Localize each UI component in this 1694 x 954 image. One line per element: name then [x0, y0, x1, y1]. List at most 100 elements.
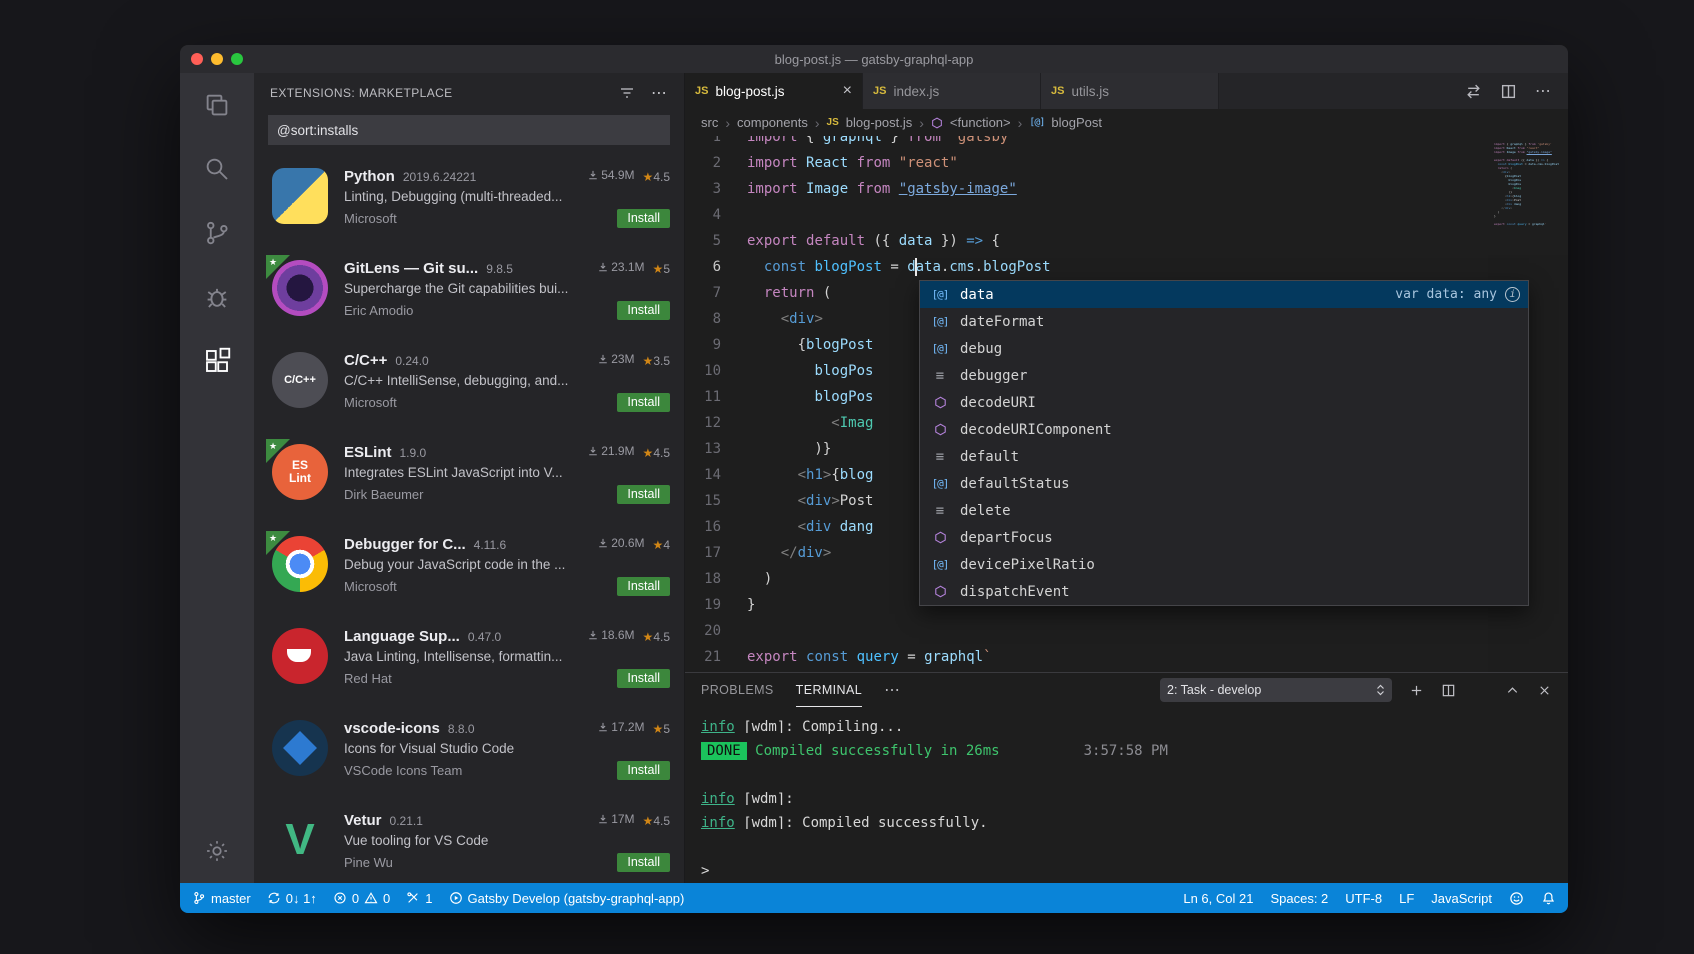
install-button[interactable]: Install: [617, 209, 670, 228]
extension-description: C/C++ IntelliSense, debugging, and...: [344, 373, 670, 388]
code-line[interactable]: 6 const blogPost = data.cms.blogPost: [685, 254, 1568, 280]
terminal-output[interactable]: info ⌈wdm⌉: Compiling...DONE Compiled su…: [685, 707, 1568, 883]
sync-status[interactable]: 0↓ 1↑: [267, 891, 317, 906]
panel-more-actions-icon[interactable]: ⋯: [884, 680, 901, 700]
breadcrumb-item[interactable]: blog-post.js: [846, 115, 912, 130]
editor-tab[interactable]: JS utils.js ×: [1041, 73, 1219, 109]
git-branch-status[interactable]: master: [192, 891, 251, 906]
code-line[interactable]: 4: [685, 202, 1568, 228]
split-editor-icon[interactable]: [1500, 83, 1517, 100]
activity-explorer[interactable]: [180, 73, 254, 137]
language-status[interactable]: JavaScript: [1431, 891, 1492, 906]
eol-status[interactable]: LF: [1399, 891, 1414, 906]
suggestion-kind-icon: [@]: [928, 477, 952, 490]
activity-settings[interactable]: [180, 819, 254, 883]
panel-tab[interactable]: TERMINAL: [796, 673, 862, 707]
suggestion-item[interactable]: decodeURIComponent: [920, 416, 1528, 443]
breadcrumb-item[interactable]: blogPost: [1051, 115, 1102, 130]
cursor-position-status[interactable]: Ln 6, Col 21: [1183, 891, 1253, 906]
maximize-panel-icon[interactable]: [1505, 683, 1520, 698]
problems-status[interactable]: 0 0: [333, 891, 390, 906]
close-panel-icon[interactable]: [1537, 683, 1552, 698]
suggestion-item[interactable]: ≡ default: [920, 443, 1528, 470]
js-file-icon: JS: [1051, 85, 1064, 97]
extension-item[interactable]: Python 2019.6.24221 54.9M ★4.5 Linting, …: [254, 157, 684, 249]
breadcrumb-item[interactable]: src: [701, 115, 718, 130]
suggestion-item[interactable]: [@] devicePixelRatio: [920, 551, 1528, 578]
traffic-lights: [191, 53, 243, 65]
indentation-status[interactable]: Spaces: 2: [1270, 891, 1328, 906]
filter-icon[interactable]: [619, 85, 635, 101]
install-button[interactable]: Install: [617, 669, 670, 688]
activity-source-control[interactable]: [180, 201, 254, 265]
line-content: import React from "react": [747, 150, 1568, 176]
tasks-status[interactable]: 1: [406, 891, 432, 906]
line-number: 19: [685, 592, 747, 618]
editor-tab[interactable]: JS blog-post.js ×: [685, 73, 863, 109]
activity-search[interactable]: [180, 137, 254, 201]
kill-terminal-icon[interactable]: [1473, 683, 1488, 698]
editor[interactable]: 1 import { graphql } from 'gatsby' 2 imp…: [685, 136, 1568, 672]
sidebar-more-actions-icon[interactable]: ⋯: [651, 83, 668, 103]
suggestion-item[interactable]: dispatchEvent: [920, 578, 1528, 605]
install-button[interactable]: Install: [617, 761, 670, 780]
extension-item[interactable]: Language Sup... 0.47.0 18.6M ★4.5 Java L…: [254, 617, 684, 709]
encoding-status[interactable]: UTF-8: [1345, 891, 1382, 906]
code-line[interactable]: 3 import Image from "gatsby-image": [685, 176, 1568, 202]
suggestion-item[interactable]: [@] defaultStatus: [920, 470, 1528, 497]
feedback-smiley-icon[interactable]: [1509, 891, 1524, 906]
extension-item[interactable]: C/C++ C/C++ 0.24.0 23M ★3.5 C/C++ Intell…: [254, 341, 684, 433]
activity-debug[interactable]: [180, 265, 254, 329]
activity-extensions[interactable]: [180, 329, 254, 393]
new-terminal-icon[interactable]: [1409, 683, 1424, 698]
extension-logo-image: [272, 168, 328, 224]
download-icon: [597, 353, 609, 365]
editor-more-actions-icon[interactable]: ⋯: [1535, 81, 1552, 101]
extension-item[interactable]: ★ GitLens — Git su... 9.8.5 23.1M ★5 Sup…: [254, 249, 684, 341]
line-content: export default ({ data }) => {: [747, 228, 1568, 254]
extension-item[interactable]: vscode-icons 8.8.0 17.2M ★5 Icons for Vi…: [254, 709, 684, 801]
run-task-status[interactable]: Gatsby Develop (gatsby-graphql-app): [449, 891, 685, 906]
suggestion-item[interactable]: [@] debug: [920, 335, 1528, 362]
close-window-button[interactable]: [191, 53, 203, 65]
panel-tab[interactable]: PROBLEMS: [701, 673, 774, 707]
suggestion-item[interactable]: departFocus: [920, 524, 1528, 551]
install-button[interactable]: Install: [617, 301, 670, 320]
line-content: [747, 202, 1568, 228]
suggestion-item[interactable]: [@] data var data: anyi: [920, 281, 1528, 308]
editor-tab[interactable]: JS index.js ×: [863, 73, 1041, 109]
code-line[interactable]: 2 import React from "react": [685, 150, 1568, 176]
suggestion-item[interactable]: ≡ delete: [920, 497, 1528, 524]
line-number: 2: [685, 150, 747, 176]
extensions-search-input[interactable]: [268, 115, 670, 145]
compare-icon[interactable]: [1465, 83, 1482, 100]
extension-item[interactable]: ES Lint ★ ESLint 1.9.0 21.9M ★4.5 Integr…: [254, 433, 684, 525]
install-button[interactable]: Install: [617, 393, 670, 412]
zoom-window-button[interactable]: [231, 53, 243, 65]
install-button[interactable]: Install: [617, 577, 670, 596]
extension-item[interactable]: ★ Debugger for C... 4.11.6 20.6M ★4 Debu…: [254, 525, 684, 617]
breadcrumb-item[interactable]: <function>: [950, 115, 1011, 130]
info-icon[interactable]: i: [1505, 287, 1520, 302]
title-bar[interactable]: blog-post.js — gatsby-graphql-app: [180, 45, 1568, 73]
code-line[interactable]: 21 export const query = graphql`: [685, 644, 1568, 670]
close-tab-icon[interactable]: ×: [843, 83, 852, 99]
notifications-bell-icon[interactable]: [1541, 891, 1556, 906]
code-line[interactable]: 5 export default ({ data }) => {: [685, 228, 1568, 254]
install-button[interactable]: Install: [617, 853, 670, 872]
terminal-line: info ⌈wdm⌉: Compiling...: [701, 715, 1568, 739]
suggestion-item[interactable]: [@] dateFormat: [920, 308, 1528, 335]
line-number: 10: [685, 358, 747, 384]
editor-group: JS blog-post.js × JS index.js × JS utils…: [684, 73, 1568, 883]
code-line[interactable]: 20: [685, 618, 1568, 644]
suggestion-item[interactable]: ≡ debugger: [920, 362, 1528, 389]
install-button[interactable]: Install: [617, 485, 670, 504]
breadcrumb-item[interactable]: components: [737, 115, 808, 130]
minimize-window-button[interactable]: [211, 53, 223, 65]
split-terminal-icon[interactable]: [1441, 683, 1456, 698]
extension-item[interactable]: V Vetur 0.21.1 17M ★4.5 Vue tooling for …: [254, 801, 684, 883]
terminal-selector[interactable]: 2: Task - develop: [1160, 678, 1392, 702]
tab-label: blog-post.js: [715, 84, 835, 99]
suggestion-item[interactable]: decodeURI: [920, 389, 1528, 416]
code-line[interactable]: 1 import { graphql } from 'gatsby': [685, 136, 1568, 150]
